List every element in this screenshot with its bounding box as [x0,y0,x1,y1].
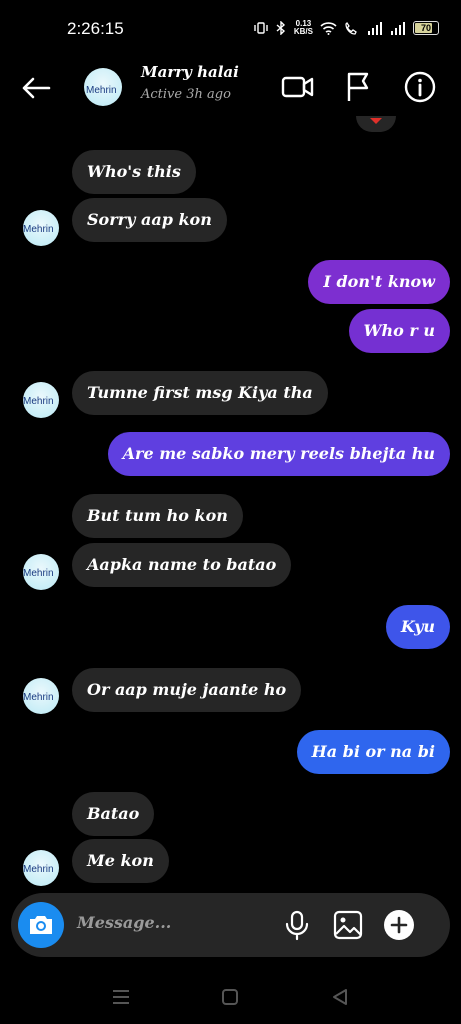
message-bubble-incoming[interactable]: But tum ho kon [72,494,243,538]
info-icon[interactable] [402,69,438,105]
gallery-icon[interactable] [332,909,364,941]
sender-avatar[interactable]: Mehrin [23,382,59,418]
status-bar: 2:26:15 0.13 KB/S 70 [0,0,461,60]
message-composer: Message... [11,893,450,957]
message-bubble-incoming[interactable]: Or aap muje jaante ho [72,668,302,712]
signal-icon-1 [368,21,382,35]
contact-avatar[interactable]: Mehrin [84,68,122,106]
message-bubble-incoming[interactable]: Aapka name to batao [72,543,292,587]
message-bubble-outgoing[interactable]: Kyu [385,605,450,649]
message-bubble-outgoing[interactable]: I don't know [308,260,450,304]
menu-icon[interactable] [108,984,134,1010]
system-navigation-bar [0,970,461,1024]
message-bubble-incoming[interactable]: Me kon [72,839,169,883]
vibrate-icon [254,22,268,34]
contact-status: Active 3h ago [141,87,231,102]
network-speed: 0.13 KB/S [293,19,313,36]
status-time: 2:26:15 [67,19,124,38]
message-bubble-incoming[interactable]: Tumne first msg Kiya tha [72,371,328,415]
message-bubble-outgoing[interactable]: Are me sabko mery reels bhejta hu [107,432,450,476]
status-icons: 0.13 KB/S 70 [254,20,439,36]
home-icon[interactable] [217,984,243,1010]
microphone-icon[interactable] [281,909,313,941]
message-bubble-incoming[interactable]: Batao [72,792,155,836]
sender-avatar[interactable]: Mehrin [23,678,59,714]
wifi-icon [320,21,337,35]
sender-avatar[interactable]: Mehrin [23,850,59,886]
video-call-icon[interactable] [280,69,316,105]
message-input[interactable]: Message... [77,913,171,932]
message-bubble-incoming[interactable]: Sorry aap kon [72,198,227,242]
plus-icon[interactable] [383,909,415,941]
bluetooth-icon [276,21,285,35]
message-bubble-incoming[interactable]: Who's this [72,150,196,194]
sender-avatar[interactable]: Mehrin [23,210,59,246]
message-bubble-outgoing[interactable]: Who r u [348,309,450,353]
camera-button[interactable] [18,902,64,948]
back-arrow-icon[interactable] [18,70,54,106]
message-list[interactable]: Who's this Sorry aap kon Mehrin I don't … [0,116,461,891]
notification-dot-icon [370,118,382,124]
chat-header: Mehrin Marry halai Active 3h ago [0,60,461,116]
message-bubble-outgoing[interactable]: Ha bi or na bi [296,730,450,774]
back-nav-icon[interactable] [327,984,353,1010]
camera-icon [30,916,52,934]
battery-icon: 70 [413,21,439,35]
contact-name[interactable]: Marry halai [141,63,239,81]
signal-icon-2 [391,21,405,35]
flag-icon[interactable] [340,69,376,105]
sender-avatar[interactable]: Mehrin [23,554,59,590]
volte-call-icon [345,21,357,35]
scroll-indicator[interactable] [356,116,396,132]
